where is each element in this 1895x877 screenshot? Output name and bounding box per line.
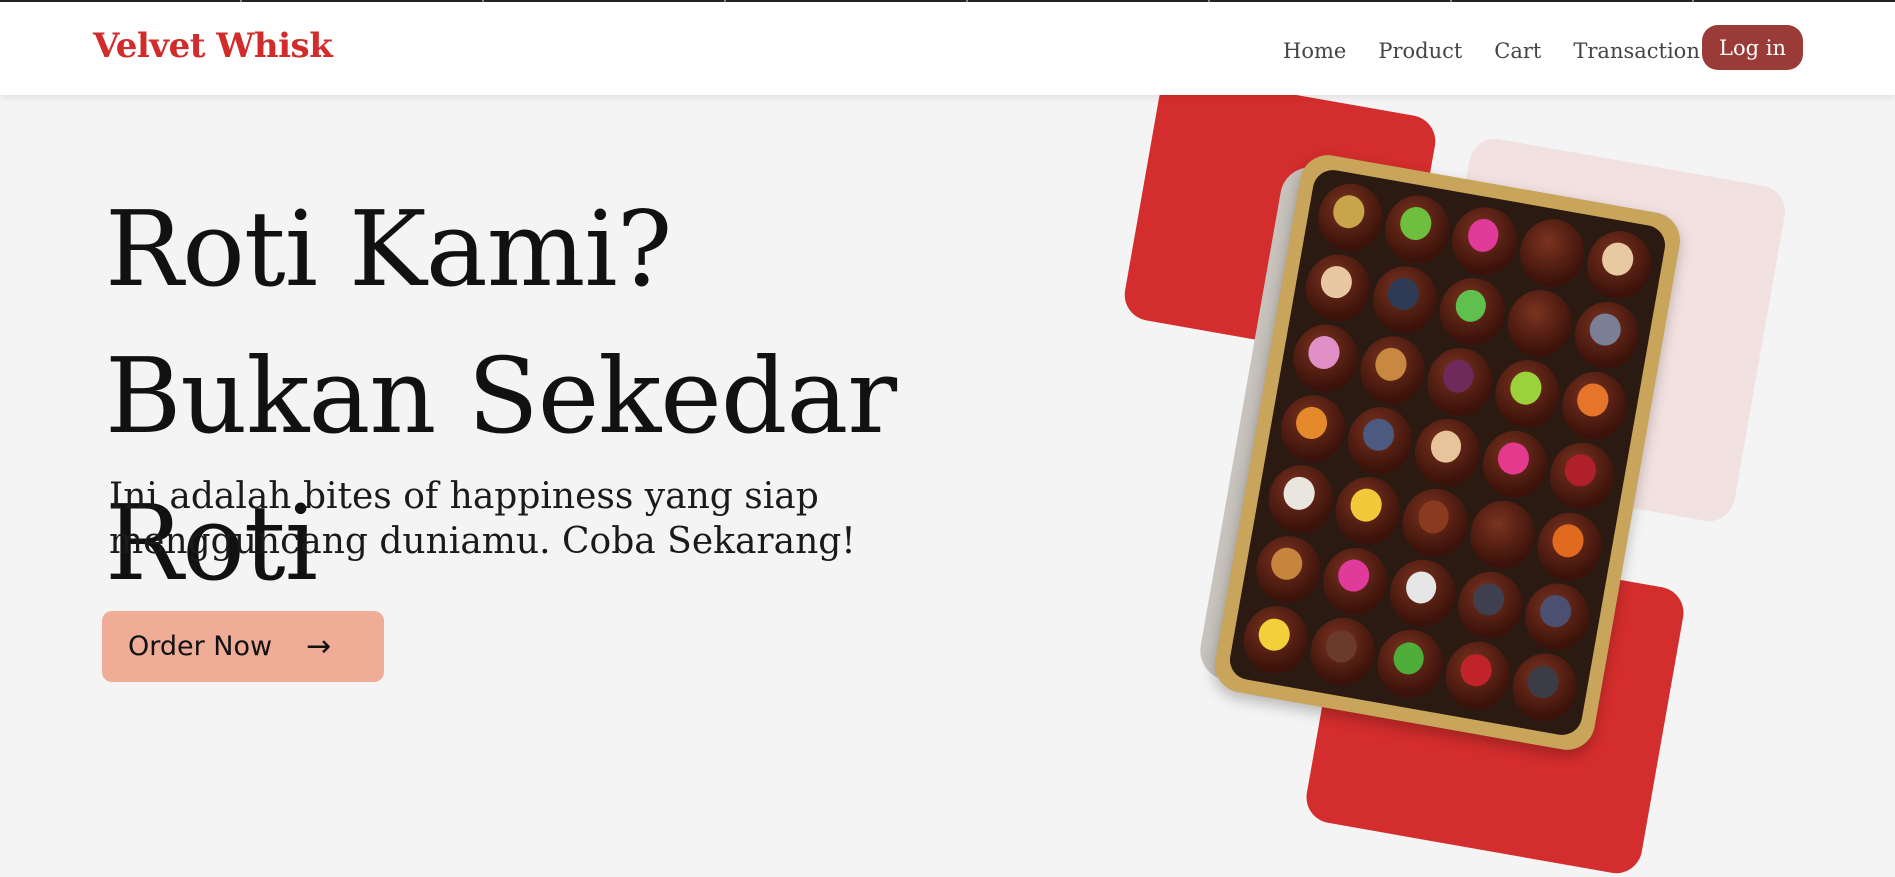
login-button[interactable]: Log in xyxy=(1702,25,1803,70)
chocolate-date xyxy=(1238,601,1314,680)
chocolate-date xyxy=(1312,178,1388,257)
arrow-right-icon: → xyxy=(306,629,332,664)
chocolate-date xyxy=(1422,343,1498,421)
chocolate-date xyxy=(1372,625,1448,703)
chocolate-date xyxy=(1519,578,1595,656)
chocolate-date xyxy=(1439,636,1515,715)
chocolate-date xyxy=(1531,507,1607,586)
chocolate-date xyxy=(1434,272,1510,351)
chocolate-date xyxy=(1514,214,1590,292)
chocolate-date xyxy=(1489,355,1565,433)
nav-link-transaction[interactable]: Transaction xyxy=(1573,39,1699,63)
chocolate-date xyxy=(1275,389,1351,468)
chocolate-date xyxy=(1263,460,1339,539)
chocolate-date xyxy=(1385,554,1461,633)
chocolate-date xyxy=(1300,248,1376,327)
chocolate-date xyxy=(1447,202,1523,280)
order-now-button[interactable]: Order Now → xyxy=(102,611,384,682)
chocolate-date xyxy=(1367,260,1443,339)
nav-link-product[interactable]: Product xyxy=(1378,39,1462,63)
chocolate-date xyxy=(1581,225,1657,304)
chocolate-date xyxy=(1556,366,1632,445)
chocolate-date xyxy=(1305,613,1381,691)
chocolate-date xyxy=(1380,190,1456,269)
chocolate-date xyxy=(1569,296,1645,375)
chocolate-date xyxy=(1317,542,1393,621)
chocolate-date xyxy=(1330,472,1406,550)
brand-logo[interactable]: Velvet Whisk xyxy=(93,26,333,66)
chocolate-date xyxy=(1397,484,1473,562)
nav-link-cart[interactable]: Cart xyxy=(1494,39,1541,63)
chocolate-date xyxy=(1342,401,1418,480)
chocolate-date xyxy=(1464,495,1540,574)
navbar: Velvet Whisk Home Product Cart Transacti… xyxy=(0,2,1895,95)
nav-links: Home Product Cart Transaction xyxy=(1283,39,1732,63)
chocolate-date xyxy=(1477,425,1553,504)
chocolate-date xyxy=(1410,413,1485,492)
chocolate-date xyxy=(1507,648,1583,727)
chocolate-date xyxy=(1544,437,1620,516)
tray-inner xyxy=(1226,166,1669,739)
order-now-label: Order Now xyxy=(128,631,273,662)
chocolate-date xyxy=(1502,284,1577,363)
nav-link-home[interactable]: Home xyxy=(1283,39,1346,63)
hero-subtitle: Ini adalah bites of happiness yang siap … xyxy=(109,476,856,562)
chocolate-date xyxy=(1355,331,1431,410)
chocolate-date xyxy=(1288,319,1364,398)
chocolate-date xyxy=(1250,530,1326,609)
chocolate-date xyxy=(1452,566,1528,645)
